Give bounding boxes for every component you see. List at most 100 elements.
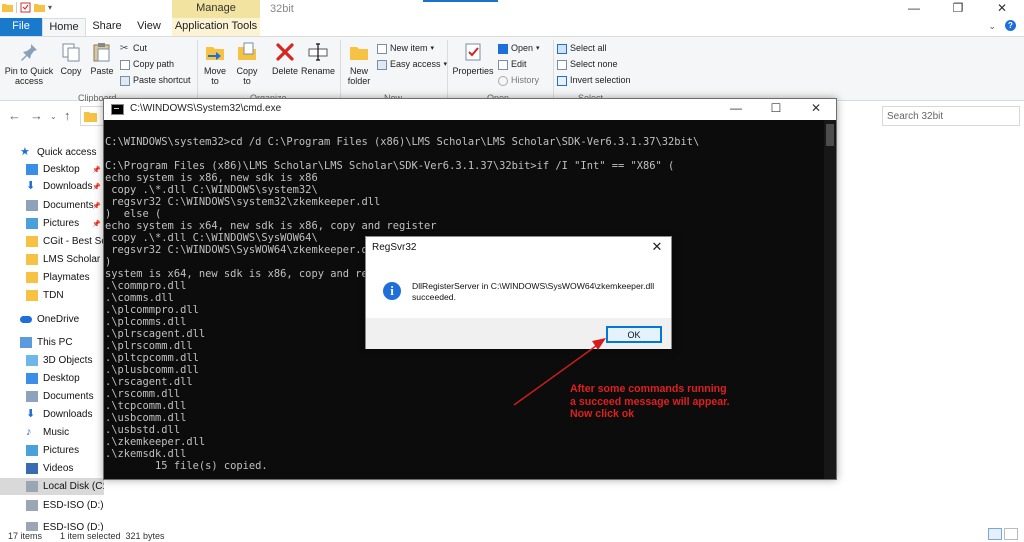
- delete-label: Delete: [271, 66, 298, 76]
- new-folder-button[interactable]: New folder: [344, 41, 374, 86]
- cmd-titlebar[interactable]: C:\WINDOWS\System32\cmd.exe — ☐ ✕: [104, 99, 836, 120]
- history-button[interactable]: History: [498, 73, 539, 88]
- nav-item[interactable]: ♪ Music: [0, 424, 104, 441]
- paste-button[interactable]: Paste: [88, 41, 116, 76]
- tab-application-tools[interactable]: Application Tools: [172, 18, 260, 36]
- recent-locations-icon[interactable]: ⌄: [50, 112, 57, 121]
- nav-item[interactable]: ⬇ Downloads: [0, 406, 104, 423]
- navigation-pane: ★ Quick access Desktop 📌 ⬇ Downloads 📌 Document…: [0, 136, 104, 531]
- cmd-line: .\zkemkeeper.dll: [105, 436, 206, 448]
- nav-item[interactable]: ESD-ISO (D:): [0, 497, 104, 514]
- paste-shortcut-label: Paste shortcut: [133, 75, 191, 85]
- large-icons-view-icon[interactable]: [1004, 528, 1018, 540]
- search-input[interactable]: [883, 107, 1019, 125]
- pin-icon: [21, 44, 37, 61]
- address-box[interactable]: [80, 106, 103, 126]
- up-arrow-icon[interactable]: ↑: [64, 108, 71, 123]
- cmd-line: .\plusbcomm.dll: [105, 364, 199, 376]
- history-label: History: [511, 75, 540, 85]
- pin-icon: 📌: [92, 202, 101, 210]
- pin-icon: 📌: [92, 183, 101, 191]
- group-divider: [197, 40, 198, 98]
- close-button[interactable]: ✕: [980, 0, 1024, 18]
- ok-button[interactable]: OK: [606, 326, 662, 343]
- invert-selection-label: Invert selection: [570, 75, 631, 85]
- forward-arrow-icon[interactable]: →: [30, 108, 43, 123]
- move-to-button[interactable]: Move to: [202, 41, 228, 86]
- nav-item[interactable]: ESD-ISO (D:): [0, 519, 104, 531]
- paste-shortcut-button[interactable]: Paste shortcut: [120, 73, 191, 88]
- minimize-button[interactable]: —: [892, 0, 936, 18]
- cmd-minimize-button[interactable]: —: [716, 99, 756, 120]
- properties-button[interactable]: Properties: [451, 41, 495, 76]
- rename-label: Rename: [301, 66, 336, 76]
- dialog-close-button[interactable]: ✕: [643, 237, 671, 257]
- customize-toolbar-icon[interactable]: ▾: [48, 3, 52, 12]
- back-arrow-icon[interactable]: ←: [8, 108, 21, 123]
- nav-item[interactable]: Documents 📌: [0, 197, 104, 214]
- cmd-maximize-button[interactable]: ☐: [756, 99, 796, 120]
- properties-label: Properties: [452, 66, 494, 76]
- tab-home[interactable]: Home: [42, 18, 86, 36]
- nav-item[interactable]: CGit - Best Softw: [0, 233, 104, 250]
- documents-icon: [26, 391, 38, 402]
- context-tab-manage-header: Manage: [172, 0, 260, 18]
- nav-item[interactable]: ⬇ Downloads 📌: [0, 178, 104, 195]
- tab-file[interactable]: File: [0, 18, 42, 36]
- nav-item[interactable]: LMS Scholar: [0, 251, 104, 268]
- select-none-button[interactable]: Select none: [557, 57, 618, 72]
- new-item-icon: [377, 43, 387, 54]
- tab-share[interactable]: Share: [86, 18, 128, 36]
- copy-to-button[interactable]: Copy to: [233, 41, 261, 86]
- help-icon[interactable]: ?: [1005, 20, 1016, 31]
- nav-item[interactable]: Videos: [0, 460, 104, 477]
- nav-item-label: Pictures: [43, 445, 80, 456]
- nav-item[interactable]: This PC: [0, 334, 104, 351]
- open-button[interactable]: Open ▾: [498, 41, 540, 56]
- nav-item-label: Local Disk (C:): [43, 481, 104, 492]
- nav-item[interactable]: Desktop: [0, 370, 104, 387]
- rename-button[interactable]: Rename: [301, 41, 335, 76]
- view-toggle: [988, 528, 1018, 540]
- invert-selection-button[interactable]: Invert selection: [557, 73, 631, 88]
- dialog-title: RegSvr32: [372, 242, 417, 253]
- copy-button[interactable]: Copy: [58, 41, 84, 76]
- nav-item[interactable]: ★ Quick access: [0, 144, 104, 161]
- cmd-scroll-thumb[interactable]: [826, 124, 834, 146]
- search-box[interactable]: [882, 106, 1020, 126]
- pin-to-quick-access-button[interactable]: Pin to Quick access: [4, 41, 54, 86]
- nav-item[interactable]: Playmates: [0, 269, 104, 286]
- ribbon-collapse-icon[interactable]: ⌄: [988, 21, 996, 32]
- nav-item[interactable]: 3D Objects: [0, 352, 104, 369]
- new-folder-icon[interactable]: [34, 2, 45, 13]
- nav-item[interactable]: OneDrive: [0, 311, 104, 328]
- edit-button[interactable]: Edit: [498, 57, 527, 72]
- nav-item[interactable]: TDN: [0, 287, 104, 304]
- annotation-line: After some commands running: [570, 383, 727, 395]
- nav-item[interactable]: Pictures 📌: [0, 215, 104, 232]
- nav-item[interactable]: Pictures: [0, 442, 104, 459]
- folder-icon[interactable]: [2, 2, 13, 13]
- copy-path-button[interactable]: Copy path: [120, 57, 174, 72]
- cmd-scrollbar[interactable]: [824, 120, 836, 479]
- delete-button[interactable]: Delete: [270, 41, 300, 76]
- properties-check-icon[interactable]: [20, 2, 31, 13]
- easy-access-button[interactable]: Easy access ▾: [377, 57, 447, 72]
- cmd-line: .\usbstd.dll: [105, 424, 181, 436]
- nav-item[interactable]: Documents: [0, 388, 104, 405]
- nav-item[interactable]: Local Disk (C:): [0, 478, 104, 495]
- selection-info: 1 item selected 321 bytes: [60, 531, 165, 541]
- details-view-icon[interactable]: [988, 528, 1002, 540]
- cmd-line: [105, 124, 826, 136]
- cmd-app-icon: [111, 104, 124, 115]
- toolbar-divider: [16, 2, 17, 13]
- cmd-close-button[interactable]: ✕: [796, 99, 836, 120]
- tab-view[interactable]: View: [128, 18, 170, 36]
- cut-button[interactable]: ✂ Cut: [120, 41, 147, 56]
- select-all-button[interactable]: Select all: [557, 41, 607, 56]
- cmd-line: ) else (: [105, 208, 162, 220]
- maximize-button[interactable]: ❐: [936, 0, 980, 18]
- pictures-icon: [26, 445, 38, 456]
- nav-item[interactable]: Desktop 📌: [0, 161, 104, 178]
- new-item-button[interactable]: New item ▾: [377, 41, 434, 56]
